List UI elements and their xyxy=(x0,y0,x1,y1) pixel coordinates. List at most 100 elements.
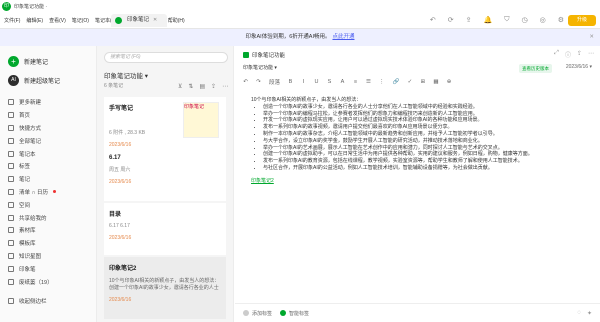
sidebar-item[interactable]: 笔记本 xyxy=(8,147,94,160)
sidebar-item-icon xyxy=(8,99,14,106)
note-card[interactable]: 目录 6.17 6.17 2023/6/16 xyxy=(104,203,226,255)
toolbar-button[interactable]: ≡ xyxy=(353,79,358,85)
share-list-icon[interactable]: ⇪ xyxy=(211,83,216,90)
notebook-icon xyxy=(243,52,249,58)
sidebar-item-icon xyxy=(8,150,14,157)
search-input[interactable]: 搜索笔记 (F6) xyxy=(104,52,228,63)
card-preview: 10个与印象AI相关的新颖点子，由发当人的想法：创建一个印象AI的故事少女，邀请… xyxy=(109,278,220,291)
card-date: 2023/6/16 xyxy=(109,179,132,185)
toolbar-button[interactable]: B xyxy=(288,79,293,85)
sidebar-item[interactable]: 首页 xyxy=(8,109,94,122)
toolbar-button[interactable]: ✓ xyxy=(407,79,413,85)
content-bullet: 与大学合作，设立印象AI的奖学金，鼓励学生开展人工智能的研究活动，并推动技术落地… xyxy=(263,138,586,145)
note-card[interactable]: 6.17 周五 周六 2023/6/16 xyxy=(104,149,226,201)
sync-icon[interactable]: ⟳ xyxy=(448,16,454,24)
sidebar-item-label: 更多新建 xyxy=(19,100,42,107)
toolbar-button[interactable]: ▦ xyxy=(433,79,438,85)
note-card-selected[interactable]: 印象笔记2 10个与印象AI相关的新颖点子，由发当人的想法：创建一个印象AI的故… xyxy=(104,257,226,319)
add-tag-button[interactable]: 添加标签 xyxy=(243,310,272,317)
share-icon[interactable]: ⇪ xyxy=(466,16,472,24)
sidebar-item[interactable]: 标签 xyxy=(8,160,94,173)
sidebar-item[interactable]: 废纸篓（19） xyxy=(8,275,94,288)
sidebar-item[interactable]: 模板库 xyxy=(8,237,94,250)
menu-item[interactable]: 帮助(H) xyxy=(168,17,185,24)
note-thumbnail: 印象笔记 xyxy=(183,102,219,138)
undo-icon[interactable]: ↶ xyxy=(430,16,436,24)
breadcrumb[interactable]: 印象笔记功能 xyxy=(243,51,285,59)
menu-item[interactable]: 笔记(O) xyxy=(72,17,89,24)
share-note-icon[interactable]: ⇪ xyxy=(577,50,582,59)
sidebar-item-label: 标签 xyxy=(19,164,31,171)
toolbar-button[interactable]: 🔗 xyxy=(393,79,400,85)
toolbar-button[interactable]: ↶ xyxy=(243,79,248,85)
sidebar-item[interactable]: 清单 ∩ 日历 xyxy=(8,186,94,199)
upgrade-button[interactable]: 升级 xyxy=(568,15,596,26)
note-tab-icon xyxy=(115,17,122,24)
toolbar-button[interactable]: ⋮ xyxy=(379,79,385,85)
more-actions-icon[interactable]: ⋯ xyxy=(588,50,594,59)
toolbar-button[interactable]: ☰ xyxy=(366,79,371,85)
notebook-title[interactable]: 印象笔记功能 ▾ xyxy=(104,70,148,80)
collapse-icon xyxy=(8,298,14,304)
filter-icon[interactable]: ⊻ xyxy=(178,83,182,90)
sidebar-item[interactable]: 共享给我的 xyxy=(8,211,94,224)
sidebar-item[interactable]: 印象笔 xyxy=(8,262,94,275)
note-link[interactable]: 印象笔记2 xyxy=(251,178,274,185)
note-content[interactable]: 10个与印象AI相关的新颖点子，由发当人的想法： 创造一个印象AI的故事少女，邀… xyxy=(251,97,586,185)
banner-close-icon[interactable]: ✕ xyxy=(589,29,594,46)
tab-close-icon[interactable]: ✕ xyxy=(153,14,157,27)
shield-icon[interactable]: ⛉ xyxy=(504,16,509,24)
top-toolbar-icons: ↶ ⟳ ⇪ 🔔 ⛉ ◷ ◎ ⚙ xyxy=(430,16,564,24)
clock-icon[interactable]: ◷ xyxy=(522,16,528,24)
banner-link[interactable]: 点此开通 xyxy=(332,34,354,40)
sidebar-item[interactable]: 快捷方式 xyxy=(8,122,94,135)
card-meta: 6.17 6.17 xyxy=(109,223,130,229)
sidebar-item-label: 共享给我的 xyxy=(19,215,47,222)
toolbar-button[interactable]: U xyxy=(314,79,319,85)
sidebar-item[interactable]: 更多新建 xyxy=(8,96,94,109)
ai-assist-icon[interactable]: ✦ xyxy=(587,310,592,317)
more-icon[interactable]: ⋯ xyxy=(222,83,228,90)
plus-icon: + xyxy=(8,56,19,67)
toolbar-button[interactable]: S xyxy=(327,79,332,85)
sidebar-item[interactable]: 素材库 xyxy=(8,224,94,237)
smart-tag-button[interactable]: 智能标签 xyxy=(280,310,309,317)
sidebar-item[interactable]: 知识星图 xyxy=(8,250,94,263)
toolbar-button[interactable]: ⊞ xyxy=(420,79,426,85)
settings-icon[interactable]: ⚙ xyxy=(558,16,564,24)
menu-item[interactable]: 查看(V) xyxy=(49,17,66,24)
new-note-label: 新建笔记 xyxy=(24,60,49,66)
sidebar-item[interactable]: 笔记 xyxy=(8,173,94,186)
title-bar: 印 印象笔记功能 · xyxy=(0,0,600,12)
menu-item[interactable]: 文件(F) xyxy=(4,17,20,24)
bell-icon[interactable]: 🔔 xyxy=(484,16,493,24)
content-bullet: 与社区合作，开展印象AI的公益活动，例如人工智能技术培训，智能辅助设备捐赠等，为… xyxy=(263,165,586,172)
note-date[interactable]: 2023/6/16 ▾ xyxy=(566,64,592,70)
sidebar: + 新建笔记 AI 新建超级笔记 更多新建首页 快捷方式 全部笔记 笔记本标签笔记 清单… xyxy=(0,46,97,322)
sidebar-item-icon xyxy=(8,112,14,119)
new-note-button[interactable]: + 新建笔记 xyxy=(8,56,48,67)
info-icon[interactable]: ⓘ xyxy=(565,50,571,59)
ai-icon[interactable]: ◎ xyxy=(540,16,546,24)
sidebar-nav: 更多新建首页 快捷方式 全部笔记 笔记本标签笔记 清单 ∩ 日历 空间共享给我的素材库 模板… xyxy=(8,96,94,288)
toolbar-button[interactable]: ↷ xyxy=(256,79,261,85)
history-button[interactable]: 查看历史版本 xyxy=(519,64,552,73)
expand-icon[interactable]: ⤢ xyxy=(554,50,559,59)
notebook-selector[interactable]: 印象笔记功能 ▾ xyxy=(243,64,277,71)
new-super-note-button[interactable]: AI 新建超级笔记 xyxy=(8,73,94,88)
tab-note[interactable]: 印象笔记 ✕ xyxy=(111,14,168,27)
toolbar-button[interactable]: I xyxy=(301,79,306,85)
menu-item[interactable]: 编辑(E) xyxy=(26,17,43,24)
view-icon[interactable]: ▤ xyxy=(199,83,205,90)
sidebar-item-icon xyxy=(8,214,14,221)
content-intro: 10个与印象AI相关的新颖点子，由发当人的想法： xyxy=(251,97,362,103)
sort-icon[interactable]: ⇅ xyxy=(188,83,193,90)
toolbar-button[interactable]: ⊕ xyxy=(447,79,452,85)
toolbar-button[interactable]: 段落 xyxy=(269,78,280,86)
comment-icon[interactable]: ◌ xyxy=(577,310,581,317)
sidebar-item[interactable]: 空间 xyxy=(8,198,94,211)
toolbar-button[interactable]: A xyxy=(340,79,345,85)
sidebar-item[interactable]: 全部笔记 xyxy=(8,134,94,147)
collapse-sidebar-button[interactable]: 收起侧边栏 xyxy=(8,297,47,305)
editor-actions: ⤢ ⓘ ⇪ ⋯ xyxy=(554,50,594,59)
